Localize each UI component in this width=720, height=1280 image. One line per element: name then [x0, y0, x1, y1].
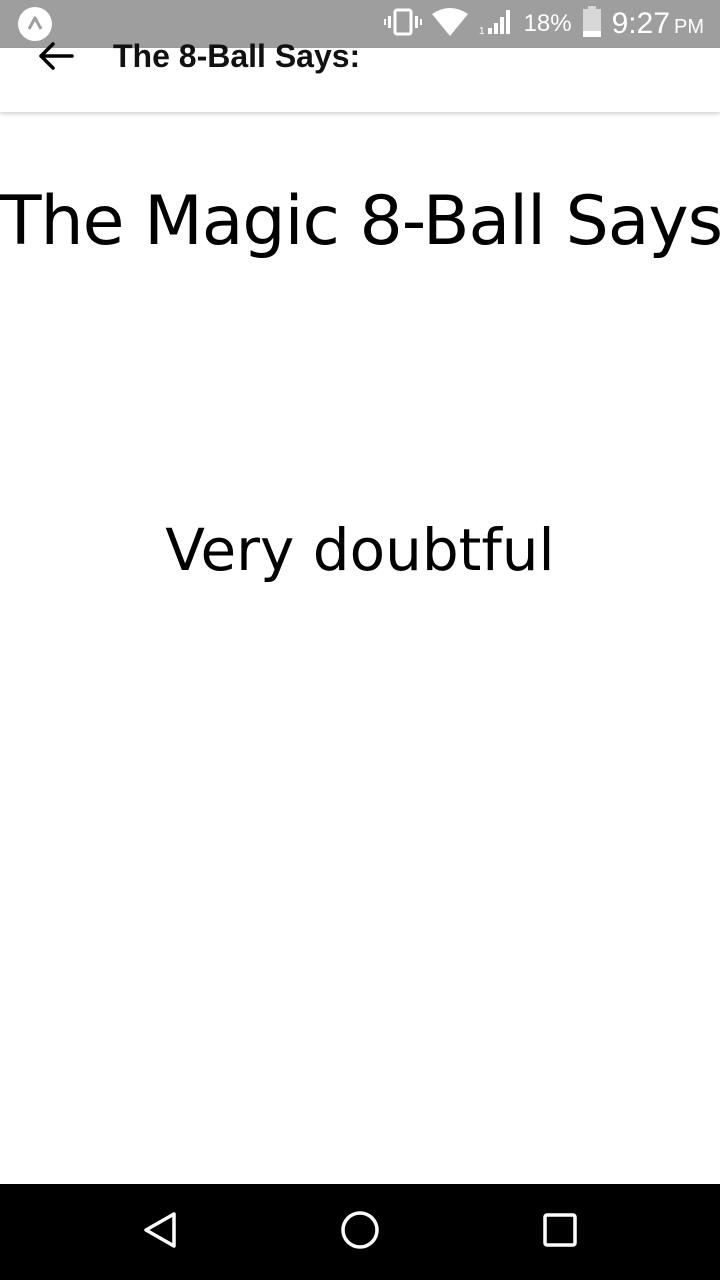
back-button[interactable]	[30, 40, 82, 76]
back-triangle-icon	[142, 1210, 178, 1255]
answer-text: Very doubtful	[165, 516, 555, 584]
screen: 1 18% 9:27 PM The 8-Ball Says: The Magic…	[0, 0, 720, 1280]
signal-icon: 1	[478, 8, 514, 41]
wifi-icon	[431, 7, 468, 41]
app-bar: The 8-Ball Says:	[0, 38, 720, 112]
clock-ampm: PM	[674, 16, 704, 38]
clock-time: 9:27	[611, 7, 670, 40]
svg-text:1: 1	[479, 26, 485, 36]
battery-percent: 18%	[523, 10, 572, 37]
nav-home-button[interactable]	[340, 1210, 380, 1255]
status-left	[18, 7, 52, 41]
nav-bar	[0, 1184, 720, 1280]
arrow-back-icon	[38, 41, 74, 76]
page-heading: The Magic 8-Ball Says:	[0, 182, 720, 261]
app-bar-title: The 8-Ball Says:	[113, 38, 361, 74]
battery-icon	[582, 5, 602, 43]
status-right: 1 18% 9:27 PM	[383, 0, 704, 48]
clock: 9:27 PM	[612, 7, 704, 41]
nav-back-button[interactable]	[140, 1210, 180, 1255]
nav-recents-button[interactable]	[540, 1212, 580, 1252]
vibrate-icon	[383, 8, 422, 41]
recents-square-icon	[542, 1212, 578, 1253]
home-circle-icon	[340, 1210, 380, 1255]
app-notification-icon	[18, 7, 52, 41]
